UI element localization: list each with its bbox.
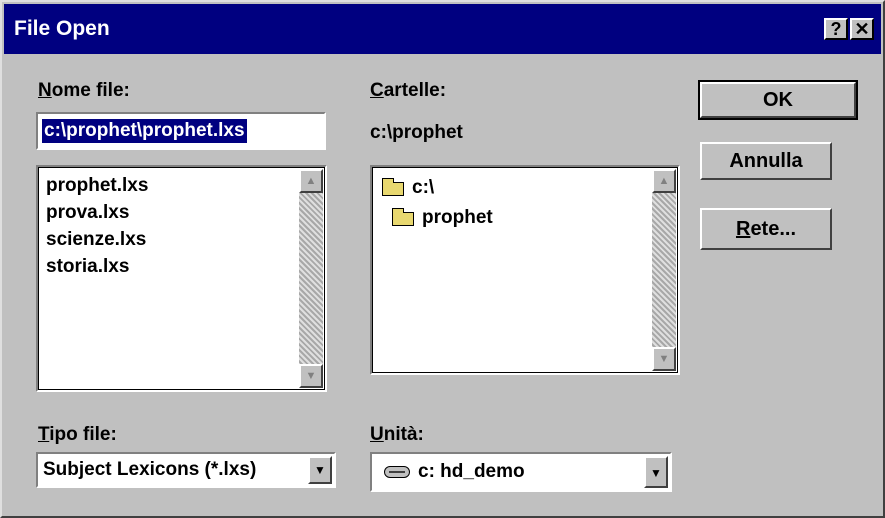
drive-dropdown-button[interactable]: ▼ [644, 456, 668, 488]
drives-label: Unità: [370, 424, 424, 445]
folder-name: c:\ [412, 177, 435, 198]
folder-name: prophet [422, 207, 493, 228]
file-list[interactable]: prophet.lxs prova.lxs scienze.lxs storia… [36, 165, 327, 392]
cancel-button[interactable]: Annulla [700, 142, 832, 180]
chevron-down-icon: ▼ [650, 466, 662, 480]
close-icon: ✕ [854, 19, 870, 39]
list-item[interactable]: scienze.lxs [46, 229, 146, 251]
folder-tree[interactable]: c:\ prophet ▲ ▼ [370, 165, 680, 375]
scroll-up-button[interactable]: ▲ [299, 169, 323, 193]
help-button[interactable]: ? [824, 18, 848, 40]
folder-item-prophet[interactable]: prophet [390, 205, 590, 231]
network-button[interactable]: Rete... [700, 208, 832, 250]
chevron-down-icon: ▼ [314, 463, 326, 477]
scroll-down-button[interactable]: ▼ [652, 347, 676, 371]
drive-value: c: hd_demo [418, 461, 525, 482]
file-type-dropdown-button[interactable]: ▼ [308, 456, 332, 484]
drive-select[interactable]: c: hd_demo ▼ [370, 452, 672, 492]
list-item[interactable]: prophet.lxs [46, 175, 148, 197]
file-list-scrollbar[interactable]: ▲ ▼ [299, 169, 323, 388]
current-folder-path: c:\prophet [370, 122, 463, 143]
close-button[interactable]: ✕ [850, 18, 874, 40]
scroll-up-button[interactable]: ▲ [652, 169, 676, 193]
folder-tree-scrollbar[interactable]: ▲ ▼ [652, 169, 676, 371]
open-folder-icon [382, 178, 404, 196]
arrow-down-icon: ▼ [305, 370, 317, 382]
ok-button[interactable]: OK [698, 80, 858, 120]
window-title: File Open [14, 17, 110, 40]
folder-item-root[interactable]: c:\ [380, 175, 580, 201]
title-bar[interactable]: File Open ? ✕ [4, 4, 881, 54]
file-name-selected-text: c:\prophet\prophet.lxs [42, 119, 247, 143]
open-folder-icon [392, 208, 414, 226]
file-name-label: Nome file: [38, 80, 130, 101]
file-type-select[interactable]: Subject Lexicons (*.lxs) ▼ [36, 452, 336, 488]
file-type-value: Subject Lexicons (*.lxs) [43, 459, 257, 480]
hard-drive-icon [384, 466, 410, 478]
arrow-up-icon: ▲ [658, 175, 670, 187]
file-type-label: Tipo file: [38, 424, 117, 445]
list-item[interactable]: prova.lxs [46, 202, 129, 224]
scroll-down-button[interactable]: ▼ [299, 364, 323, 388]
file-name-input[interactable]: c:\prophet\prophet.lxs [36, 112, 326, 150]
arrow-up-icon: ▲ [305, 175, 317, 187]
arrow-down-icon: ▼ [658, 353, 670, 365]
folders-label: Cartelle: [370, 80, 447, 101]
file-open-dialog: File Open ? ✕ Nome file: c:\prophet\prop… [0, 0, 885, 518]
help-icon: ? [830, 19, 842, 39]
list-item[interactable]: storia.lxs [46, 256, 129, 278]
